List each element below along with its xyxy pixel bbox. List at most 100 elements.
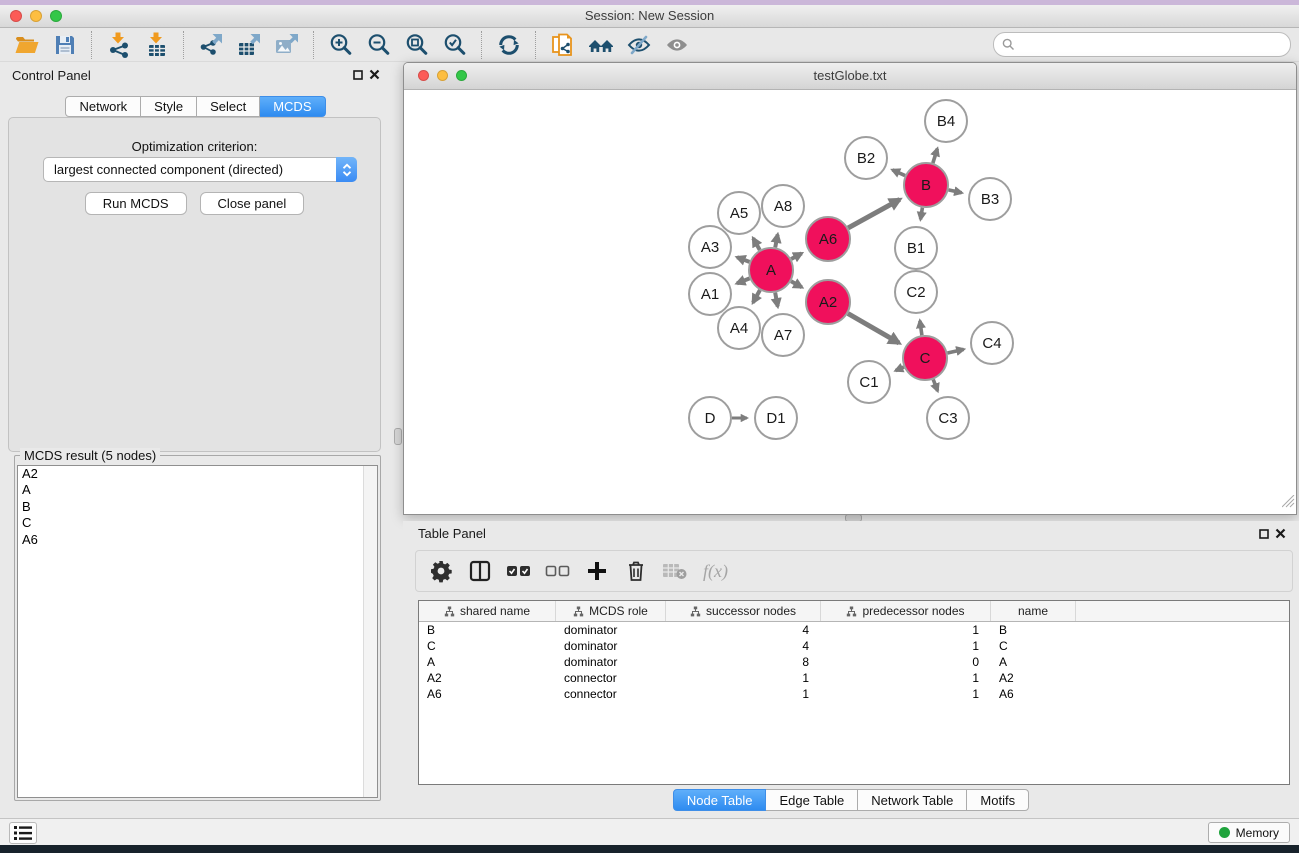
- graph-edge-C-C2[interactable]: [920, 321, 922, 335]
- graph-node-A6[interactable]: A6: [806, 217, 850, 261]
- close-network-button[interactable]: [418, 70, 429, 81]
- tab-style[interactable]: Style: [141, 96, 197, 117]
- graph-edge-B-B1[interactable]: [921, 208, 923, 220]
- mcds-result-item[interactable]: B: [18, 499, 377, 515]
- graph-node-C[interactable]: C: [903, 336, 947, 380]
- graph-node-A1[interactable]: A1: [689, 273, 731, 315]
- import-network-button[interactable]: [100, 31, 138, 59]
- graph-node-B2[interactable]: B2: [845, 137, 887, 179]
- tab-mcds[interactable]: MCDS: [260, 96, 325, 117]
- graph-edge-A-A3[interactable]: [737, 257, 749, 262]
- graph-node-D[interactable]: D: [689, 397, 731, 439]
- table-row[interactable]: Adominator80A: [419, 654, 1289, 670]
- settings-button[interactable]: [426, 557, 456, 585]
- mcds-result-list[interactable]: A2ABCA6: [17, 465, 378, 798]
- graph-node-B3[interactable]: B3: [969, 178, 1011, 220]
- search-input[interactable]: [1020, 33, 1284, 56]
- graph-edge-A-A4[interactable]: [753, 290, 760, 302]
- close-window-button[interactable]: [10, 10, 22, 22]
- delete-column-button[interactable]: [621, 557, 651, 585]
- tab-select[interactable]: Select: [197, 96, 260, 117]
- graph-edge-B-B2[interactable]: [892, 170, 905, 176]
- float-panel-icon[interactable]: [353, 70, 363, 80]
- graph-node-A7[interactable]: A7: [762, 314, 804, 356]
- graph-node-A[interactable]: A: [749, 248, 793, 292]
- graph-node-A4[interactable]: A4: [718, 307, 760, 349]
- graph-edge-C-C4[interactable]: [947, 349, 963, 353]
- network-graph[interactable]: B4B2BB3A5A8A6B1A3AC2A1A2A4A7C4CC1C3DD1: [404, 90, 1296, 514]
- mcds-result-item[interactable]: A2: [18, 466, 377, 482]
- refresh-layout-button[interactable]: [490, 31, 528, 59]
- table-row[interactable]: A2connector11A2: [419, 670, 1289, 686]
- select-all-button[interactable]: [504, 557, 534, 585]
- show-all-button[interactable]: [658, 31, 696, 59]
- zoom-in-button[interactable]: [322, 31, 360, 59]
- graph-edge-A-A8[interactable]: [775, 235, 777, 248]
- mcds-result-item[interactable]: A: [18, 482, 377, 498]
- graph-node-A5[interactable]: A5: [718, 192, 760, 234]
- column-header-predecessor-nodes[interactable]: predecessor nodes: [821, 601, 991, 621]
- graph-edge-A2-C[interactable]: [848, 313, 899, 343]
- tab-edge-table[interactable]: Edge Table: [766, 789, 858, 811]
- graph-edge-A-A5[interactable]: [753, 238, 760, 250]
- mcds-result-item[interactable]: C: [18, 515, 377, 531]
- table-row[interactable]: Cdominator41C: [419, 638, 1289, 654]
- table-row[interactable]: Bdominator41B: [419, 622, 1289, 638]
- tab-network[interactable]: Network: [65, 96, 141, 117]
- graph-node-B1[interactable]: B1: [895, 227, 937, 269]
- column-selector-button[interactable]: [465, 557, 495, 585]
- network-canvas[interactable]: B4B2BB3A5A8A6B1A3AC2A1A2A4A7C4CC1C3DD1: [404, 90, 1296, 514]
- search-box[interactable]: [993, 32, 1291, 57]
- save-session-button[interactable]: [46, 31, 84, 59]
- resize-grip-icon[interactable]: [1282, 495, 1295, 513]
- graph-node-B4[interactable]: B4: [925, 100, 967, 142]
- table-row[interactable]: A6connector11A6: [419, 686, 1289, 702]
- tab-network-table[interactable]: Network Table: [858, 789, 967, 811]
- tab-motifs[interactable]: Motifs: [967, 789, 1029, 811]
- graph-node-C2[interactable]: C2: [895, 271, 937, 313]
- function-builder-button[interactable]: f(x): [699, 561, 728, 582]
- column-header-name[interactable]: name: [991, 601, 1076, 621]
- task-history-button[interactable]: [9, 822, 37, 844]
- zoom-window-button[interactable]: [50, 10, 62, 22]
- graph-node-C1[interactable]: C1: [848, 361, 890, 403]
- tab-node-table[interactable]: Node Table: [673, 789, 767, 811]
- float-table-panel-icon[interactable]: [1259, 529, 1269, 539]
- graph-edge-A-A1[interactable]: [737, 278, 750, 283]
- vertical-splitter-handle[interactable]: [394, 428, 402, 445]
- mcds-result-item[interactable]: A6: [18, 532, 377, 548]
- duplicate-network-button[interactable]: [544, 31, 582, 59]
- delete-table-button[interactable]: [660, 557, 690, 585]
- graph-edge-B-B3[interactable]: [948, 190, 961, 193]
- graph-node-C3[interactable]: C3: [927, 397, 969, 439]
- zoom-out-button[interactable]: [360, 31, 398, 59]
- run-mcds-button[interactable]: Run MCDS: [85, 192, 187, 215]
- export-network-button[interactable]: [192, 31, 230, 59]
- close-panel-button[interactable]: Close panel: [200, 192, 305, 215]
- export-image-button[interactable]: [268, 31, 306, 59]
- graph-edge-C-C3[interactable]: [933, 379, 937, 390]
- minimize-window-button[interactable]: [30, 10, 42, 22]
- graph-node-C4[interactable]: C4: [971, 322, 1013, 364]
- graph-edge-A-A7[interactable]: [775, 293, 778, 307]
- zoom-selected-button[interactable]: [436, 31, 474, 59]
- criterion-dropdown[interactable]: largest connected component (directed): [43, 157, 357, 182]
- list-scrollbar[interactable]: [363, 466, 377, 797]
- graph-edge-A6-B[interactable]: [848, 199, 900, 227]
- import-table-button[interactable]: [138, 31, 176, 59]
- close-panel-icon[interactable]: [369, 69, 380, 80]
- home-view-button[interactable]: [582, 31, 620, 59]
- minimize-network-button[interactable]: [437, 70, 448, 81]
- graph-edge-B-B4[interactable]: [933, 149, 937, 163]
- close-table-panel-icon[interactable]: [1275, 528, 1286, 539]
- graph-node-A3[interactable]: A3: [689, 226, 731, 268]
- zoom-fit-button[interactable]: [398, 31, 436, 59]
- deselect-all-button[interactable]: [543, 557, 573, 585]
- graph-edge-A-A6[interactable]: [791, 253, 801, 259]
- graph-node-A8[interactable]: A8: [762, 185, 804, 227]
- export-table-button[interactable]: [230, 31, 268, 59]
- hide-selected-button[interactable]: [620, 31, 658, 59]
- zoom-network-button[interactable]: [456, 70, 467, 81]
- column-header-mcds-role[interactable]: MCDS role: [556, 601, 666, 621]
- graph-node-A2[interactable]: A2: [806, 280, 850, 324]
